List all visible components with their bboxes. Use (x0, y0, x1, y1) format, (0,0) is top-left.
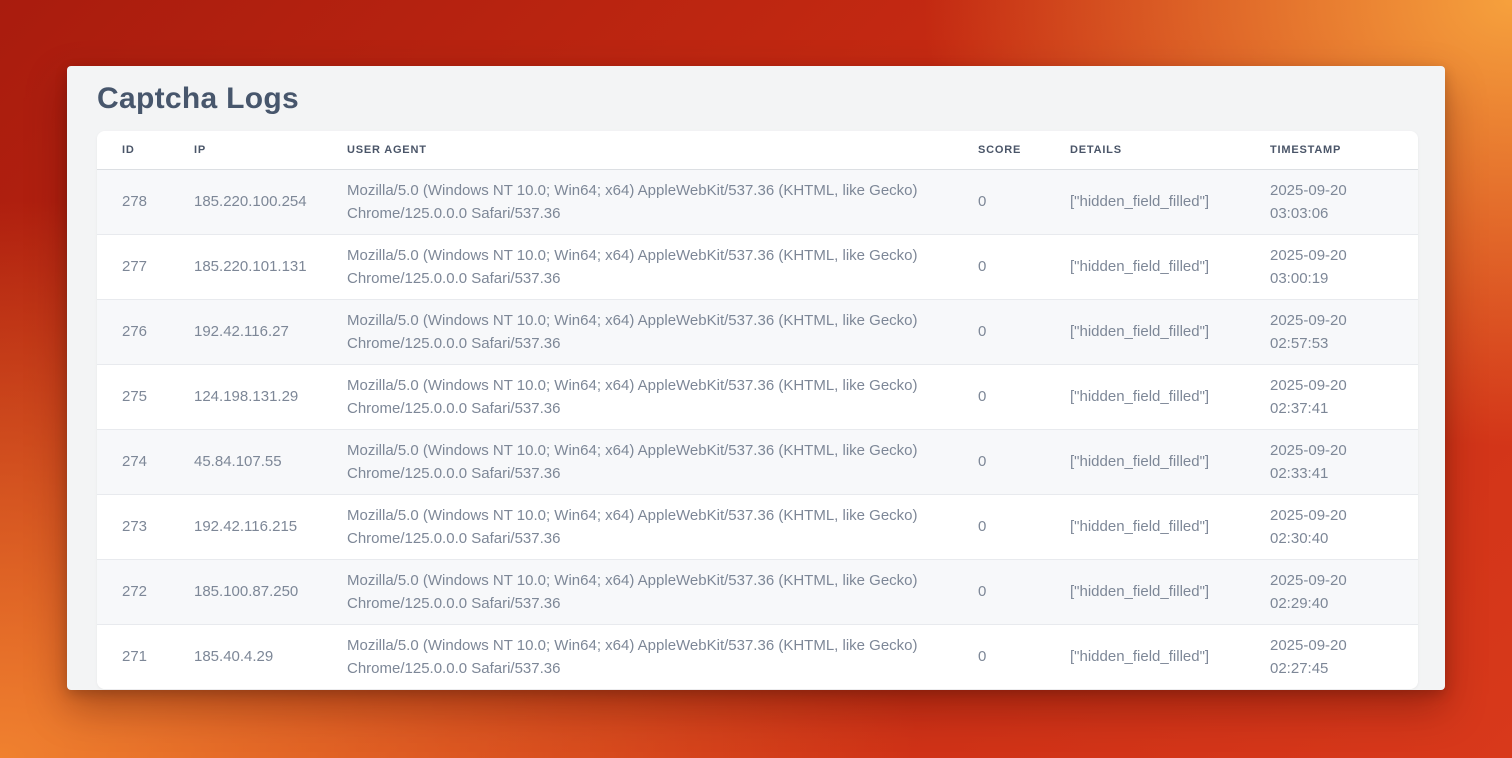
cell-id: 275 (97, 364, 194, 429)
cell-score: 0 (978, 494, 1070, 559)
cell-score: 0 (978, 364, 1070, 429)
page-title: Captcha Logs (97, 83, 1418, 115)
cell-details: ["hidden_field_filled"] (1070, 364, 1270, 429)
column-header-user_agent: USER AGENT (347, 131, 978, 169)
cell-ip: 185.220.100.254 (194, 169, 347, 234)
cell-user_agent: Mozilla/5.0 (Windows NT 10.0; Win64; x64… (347, 299, 978, 364)
cell-timestamp: 2025-09-20 02:37:41 (1270, 364, 1418, 429)
cell-timestamp: 2025-09-20 02:29:40 (1270, 559, 1418, 624)
cell-details: ["hidden_field_filled"] (1070, 234, 1270, 299)
table-row: 27445.84.107.55Mozilla/5.0 (Windows NT 1… (97, 429, 1418, 494)
cell-details: ["hidden_field_filled"] (1070, 624, 1270, 689)
table-header-row: IDIPUSER AGENTSCOREDETAILSTIMESTAMP (97, 131, 1418, 169)
table-row: 275124.198.131.29Mozilla/5.0 (Windows NT… (97, 364, 1418, 429)
cell-ip: 185.40.4.29 (194, 624, 347, 689)
cell-user_agent: Mozilla/5.0 (Windows NT 10.0; Win64; x64… (347, 169, 978, 234)
table-row: 271185.40.4.29Mozilla/5.0 (Windows NT 10… (97, 624, 1418, 689)
cell-id: 274 (97, 429, 194, 494)
cell-details: ["hidden_field_filled"] (1070, 494, 1270, 559)
cell-ip: 185.100.87.250 (194, 559, 347, 624)
cell-score: 0 (978, 429, 1070, 494)
cell-details: ["hidden_field_filled"] (1070, 299, 1270, 364)
cell-timestamp: 2025-09-20 03:00:19 (1270, 234, 1418, 299)
cell-timestamp: 2025-09-20 02:27:45 (1270, 624, 1418, 689)
cell-id: 271 (97, 624, 194, 689)
cell-score: 0 (978, 299, 1070, 364)
logs-table-container: IDIPUSER AGENTSCOREDETAILSTIMESTAMP 2781… (97, 131, 1418, 689)
column-header-timestamp: TIMESTAMP (1270, 131, 1418, 169)
cell-ip: 192.42.116.215 (194, 494, 347, 559)
cell-score: 0 (978, 234, 1070, 299)
table-row: 277185.220.101.131Mozilla/5.0 (Windows N… (97, 234, 1418, 299)
cell-id: 276 (97, 299, 194, 364)
cell-timestamp: 2025-09-20 02:33:41 (1270, 429, 1418, 494)
table-row: 276192.42.116.27Mozilla/5.0 (Windows NT … (97, 299, 1418, 364)
table-row: 272185.100.87.250Mozilla/5.0 (Windows NT… (97, 559, 1418, 624)
table-row: 278185.220.100.254Mozilla/5.0 (Windows N… (97, 169, 1418, 234)
logs-table: IDIPUSER AGENTSCOREDETAILSTIMESTAMP 2781… (97, 131, 1418, 689)
captcha-logs-card: Captcha Logs IDIPUSER AGENTSCOREDETAILST… (67, 66, 1445, 690)
cell-id: 278 (97, 169, 194, 234)
cell-ip: 192.42.116.27 (194, 299, 347, 364)
cell-ip: 124.198.131.29 (194, 364, 347, 429)
cell-ip: 185.220.101.131 (194, 234, 347, 299)
cell-details: ["hidden_field_filled"] (1070, 169, 1270, 234)
table-row: 273192.42.116.215Mozilla/5.0 (Windows NT… (97, 494, 1418, 559)
column-header-ip: IP (194, 131, 347, 169)
cell-user_agent: Mozilla/5.0 (Windows NT 10.0; Win64; x64… (347, 234, 978, 299)
cell-user_agent: Mozilla/5.0 (Windows NT 10.0; Win64; x64… (347, 429, 978, 494)
cell-id: 272 (97, 559, 194, 624)
cell-timestamp: 2025-09-20 02:57:53 (1270, 299, 1418, 364)
column-header-score: SCORE (978, 131, 1070, 169)
cell-score: 0 (978, 624, 1070, 689)
cell-details: ["hidden_field_filled"] (1070, 429, 1270, 494)
cell-score: 0 (978, 169, 1070, 234)
cell-timestamp: 2025-09-20 03:03:06 (1270, 169, 1418, 234)
cell-id: 273 (97, 494, 194, 559)
column-header-id: ID (97, 131, 194, 169)
cell-user_agent: Mozilla/5.0 (Windows NT 10.0; Win64; x64… (347, 624, 978, 689)
cell-score: 0 (978, 559, 1070, 624)
cell-user_agent: Mozilla/5.0 (Windows NT 10.0; Win64; x64… (347, 364, 978, 429)
cell-user_agent: Mozilla/5.0 (Windows NT 10.0; Win64; x64… (347, 559, 978, 624)
cell-user_agent: Mozilla/5.0 (Windows NT 10.0; Win64; x64… (347, 494, 978, 559)
cell-id: 277 (97, 234, 194, 299)
cell-timestamp: 2025-09-20 02:30:40 (1270, 494, 1418, 559)
table-body: 278185.220.100.254Mozilla/5.0 (Windows N… (97, 169, 1418, 689)
cell-details: ["hidden_field_filled"] (1070, 559, 1270, 624)
column-header-details: DETAILS (1070, 131, 1270, 169)
cell-ip: 45.84.107.55 (194, 429, 347, 494)
